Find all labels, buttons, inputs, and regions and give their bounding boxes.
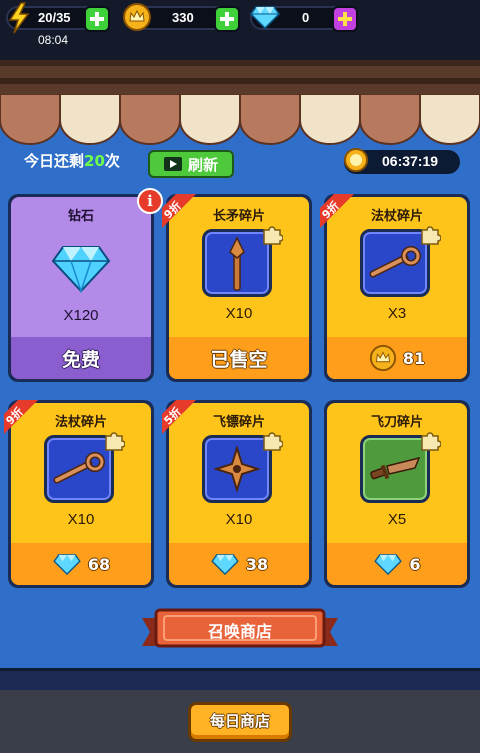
refresh-timer: 06:37:19	[344, 148, 460, 174]
diamond-icon	[250, 6, 280, 29]
shop-roof	[0, 60, 480, 94]
card-price-button[interactable]: 68	[11, 543, 151, 585]
card-title: 飞刀碎片	[370, 415, 423, 430]
shop-card-staff[interactable]: 法杖碎片 X3 81 9折	[319, 194, 470, 382]
discount-ribbon	[162, 400, 196, 434]
shuriken-icon	[214, 446, 260, 492]
card-quantity: X120	[63, 307, 99, 324]
discount-ribbon	[162, 194, 196, 228]
card-quantity: X5	[387, 511, 407, 528]
timer-value: 06:37:19	[382, 153, 439, 169]
plus-icon	[338, 12, 352, 26]
energy-counter: 20/35	[6, 2, 110, 34]
spear-icon	[229, 236, 245, 291]
staff-icon	[369, 246, 421, 278]
card-price-button[interactable]: 免费	[11, 337, 151, 379]
shop-card-knife[interactable]: 飞刀碎片 X5 6	[324, 400, 470, 588]
lightning-icon	[8, 2, 30, 34]
card-quantity: X3	[387, 305, 407, 322]
price-value: 68	[87, 554, 111, 574]
card-price-button[interactable]: 38	[169, 543, 309, 585]
price-value: 38	[245, 554, 269, 574]
info-icon[interactable]: i	[137, 188, 163, 214]
shop-card-spear[interactable]: 长矛碎片 X10 已售空 9折	[161, 194, 312, 382]
summon-shop-label: 召唤商店	[207, 622, 272, 641]
summon-shop-banner[interactable]: 召唤商店	[142, 608, 338, 652]
daily-shop-button[interactable]: 每日商店	[188, 702, 292, 742]
refresh-label: 刷新	[187, 155, 218, 174]
next-panel-edge	[0, 668, 480, 690]
shop-card-staff[interactable]: 法杖碎片 X10 68 9折	[3, 400, 154, 588]
staff-icon	[53, 452, 105, 484]
status-bar: 20/35 330 0 08:04	[0, 0, 480, 60]
shop-awning	[0, 94, 480, 145]
plus-icon	[220, 12, 234, 26]
diamond-icon	[211, 554, 239, 575]
shop-card-shuriken[interactable]: 飞镖碎片 X10 38 5折	[161, 400, 312, 588]
diamond-icon	[51, 246, 111, 293]
card-price-button[interactable]: 81	[327, 337, 467, 379]
gold-value: 330	[172, 10, 194, 25]
gold-counter: 330	[123, 3, 240, 32]
knife-icon	[370, 456, 421, 480]
gold-coin-icon	[123, 3, 151, 31]
sold-out-label: 已售空	[210, 348, 268, 371]
refresh-remaining-text: 今日还剩20次	[24, 152, 120, 170]
price-value: 6	[409, 554, 421, 574]
energy-value: 20/35	[38, 10, 71, 25]
refresh-button[interactable]: 刷新	[148, 150, 234, 178]
gem-counter: 0	[250, 6, 358, 32]
gem-value: 0	[302, 10, 310, 25]
puzzle-piece-icon	[105, 432, 125, 451]
add-gem-button[interactable]	[332, 6, 358, 32]
price-label: 免费	[61, 348, 100, 371]
puzzle-piece-icon	[263, 226, 283, 245]
puzzle-piece-icon	[421, 432, 441, 451]
card-quantity: X10	[67, 511, 95, 528]
gold-coin-icon	[369, 344, 396, 372]
timer-icon	[344, 148, 368, 172]
clock-time: 08:04	[38, 33, 69, 47]
discount-ribbon	[320, 194, 354, 228]
card-price-button[interactable]: 已售空	[169, 337, 309, 379]
puzzle-piece-icon	[263, 432, 283, 451]
diamond-icon	[53, 554, 81, 575]
plus-icon	[90, 12, 104, 26]
card-quantity: X10	[225, 511, 253, 528]
add-gold-button[interactable]	[214, 6, 240, 32]
price-value: 81	[402, 348, 426, 368]
card-price-button[interactable]: 6	[327, 543, 467, 585]
card-quantity: X10	[225, 305, 253, 322]
shop-card-diamond[interactable]: 钻石 X120 免费	[8, 194, 154, 382]
add-energy-button[interactable]	[84, 6, 110, 32]
card-title: 钻石	[67, 209, 94, 224]
diamond-icon	[374, 554, 403, 575]
video-icon	[163, 157, 182, 171]
discount-ribbon	[4, 400, 38, 434]
puzzle-piece-icon	[421, 226, 441, 245]
